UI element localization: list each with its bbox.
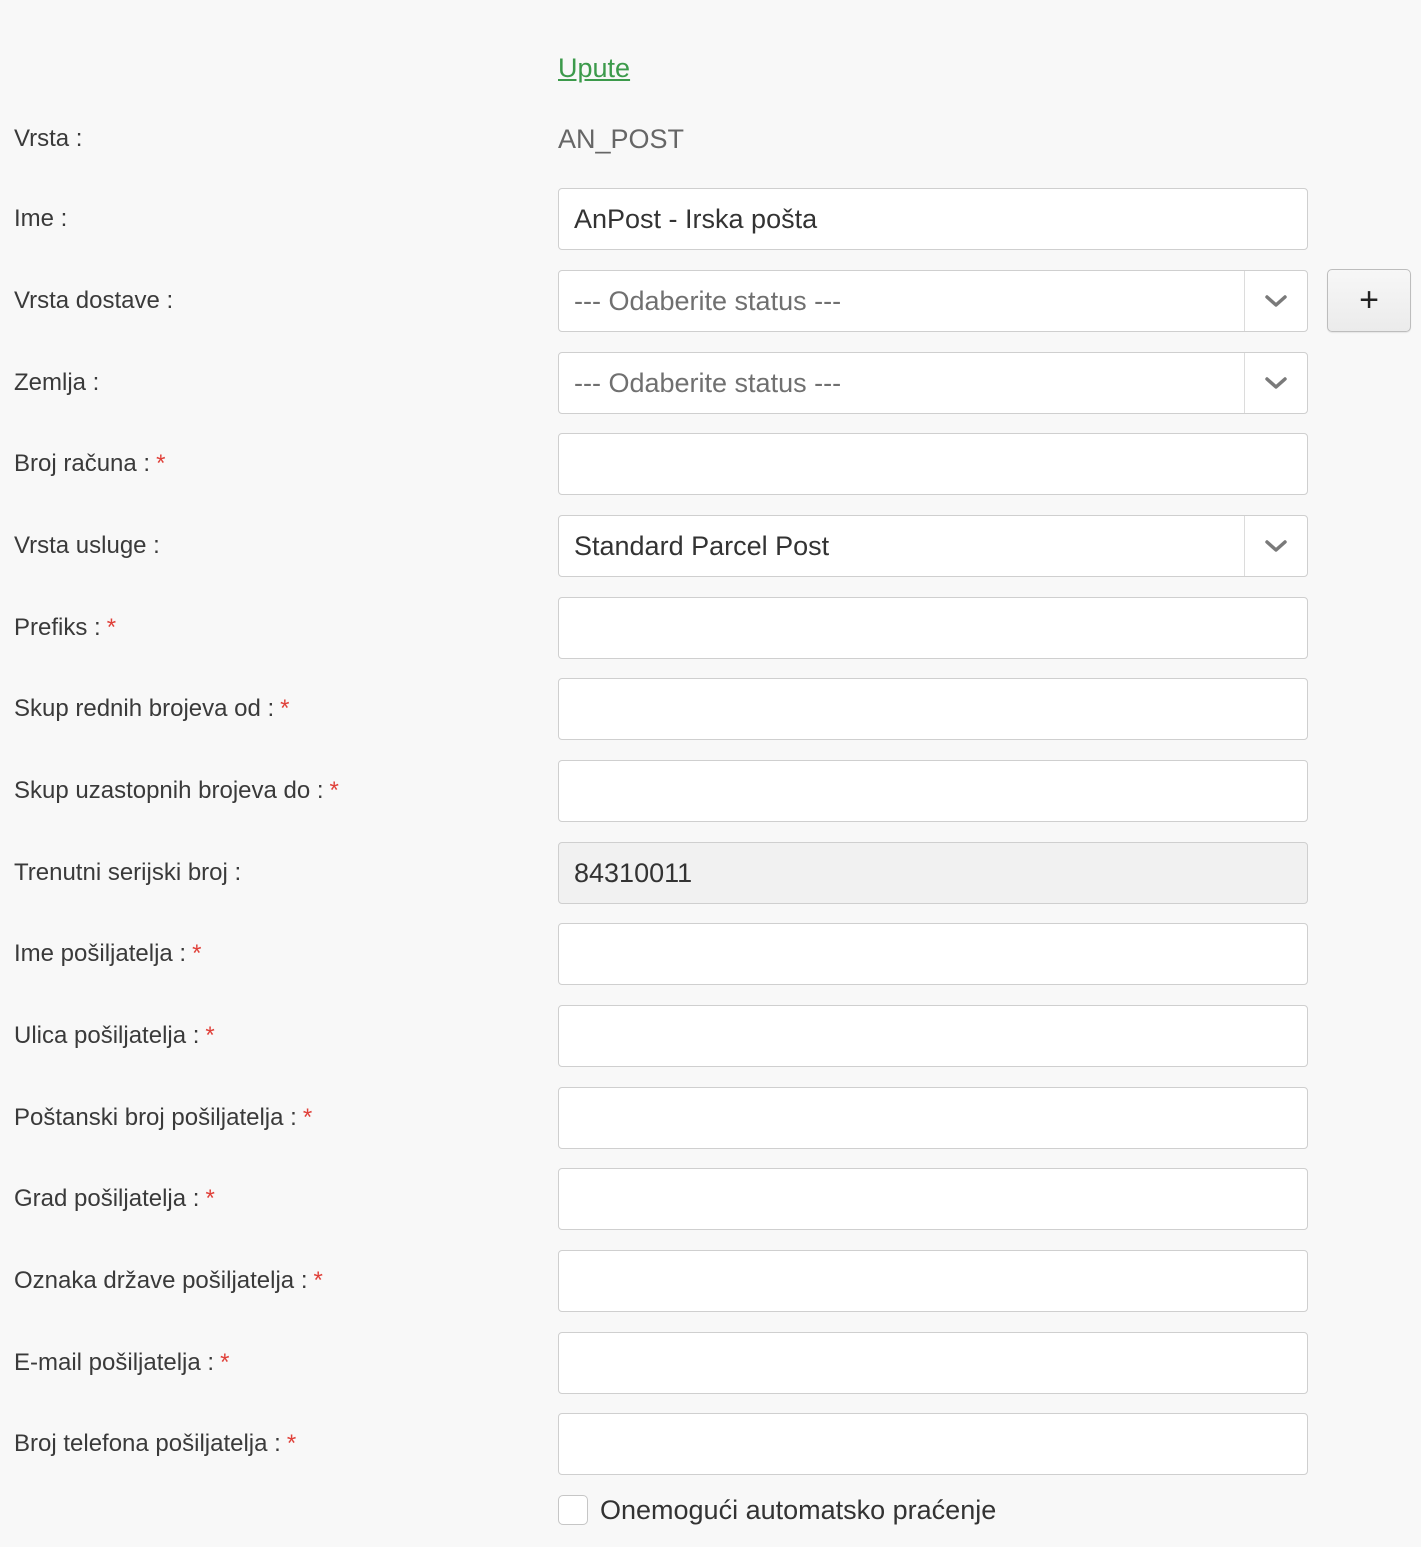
chevron-down-icon[interactable] bbox=[1245, 353, 1307, 413]
disable-tracking-label[interactable]: Onemogući automatsko praćenje bbox=[600, 1495, 996, 1526]
form-row-sender-postcode: Poštanski broj pošiljatelja : * bbox=[0, 1087, 1421, 1149]
form-row-sender-name: Ime pošiljatelja : * bbox=[0, 923, 1421, 985]
country-label: Zemlja : bbox=[14, 369, 100, 396]
form-row-service-type: Vrsta usluge : Standard Parcel Post bbox=[0, 515, 1421, 577]
required-marker: * bbox=[220, 1349, 230, 1376]
form-row-account-number: Broj računa : * bbox=[0, 433, 1421, 495]
required-marker: * bbox=[192, 940, 202, 967]
form-row-sender-email: E-mail pošiljatelja : * bbox=[0, 1332, 1421, 1394]
country-select-value: --- Odaberite status --- bbox=[574, 368, 842, 398]
sender-name-label: Ime pošiljatelja : * bbox=[14, 940, 202, 967]
sender-country-code-label: Oznaka države pošiljatelja : * bbox=[14, 1267, 323, 1294]
service-type-select-value: Standard Parcel Post bbox=[574, 531, 830, 561]
account-number-label: Broj računa : * bbox=[14, 450, 166, 477]
sender-phone-input[interactable] bbox=[558, 1413, 1308, 1475]
service-type-label: Vrsta usluge : bbox=[14, 532, 160, 559]
sender-city-label: Grad pošiljatelja : * bbox=[14, 1185, 215, 1212]
serial-from-label: Skup rednih brojeva od : * bbox=[14, 695, 290, 722]
required-marker: * bbox=[313, 1267, 323, 1294]
instructions-link-row: Upute bbox=[558, 48, 630, 88]
form-row-serial-to: Skup uzastopnih brojeva do : * bbox=[0, 760, 1421, 822]
required-marker: * bbox=[286, 1430, 297, 1457]
current-serial-input-value: 84310011 bbox=[574, 858, 693, 888]
required-marker: * bbox=[205, 1022, 215, 1049]
delivery-type-label: Vrsta dostave : bbox=[14, 287, 174, 314]
disable-tracking-row: Onemogući automatsko praćenje bbox=[558, 1490, 996, 1530]
form-row-sender-country-code: Oznaka države pošiljatelja : * bbox=[0, 1250, 1421, 1312]
service-type-select[interactable]: Standard Parcel Post bbox=[558, 515, 1308, 577]
delivery-type-select-value: --- Odaberite status --- bbox=[574, 286, 842, 316]
required-marker: * bbox=[156, 450, 166, 477]
chevron-down-icon[interactable] bbox=[1245, 271, 1307, 331]
sender-phone-label: Broj telefona pošiljatelja : * bbox=[14, 1430, 297, 1457]
sender-postcode-input[interactable] bbox=[558, 1087, 1308, 1149]
sender-country-code-input[interactable] bbox=[558, 1250, 1308, 1312]
form-row-sender-city: Grad pošiljatelja : * bbox=[0, 1168, 1421, 1230]
form-row-type: Vrsta : AN_POST bbox=[0, 108, 1421, 170]
current-serial-input: 84310011 bbox=[558, 842, 1308, 904]
name-input-value: AnPost - Irska pošta bbox=[574, 204, 818, 234]
instructions-link[interactable]: Upute bbox=[558, 53, 630, 83]
type-value: AN_POST bbox=[558, 124, 685, 154]
form-row-current-serial: Trenutni serijski broj : 84310011 bbox=[0, 842, 1421, 904]
name-input[interactable]: AnPost - Irska pošta bbox=[558, 188, 1308, 250]
form-row-prefix: Prefiks : * bbox=[0, 597, 1421, 659]
serial-from-input[interactable] bbox=[558, 678, 1308, 740]
form-row-sender-street: Ulica pošiljatelja : * bbox=[0, 1005, 1421, 1067]
sender-city-input[interactable] bbox=[558, 1168, 1308, 1230]
required-marker: * bbox=[329, 777, 339, 804]
sender-postcode-label: Poštanski broj pošiljatelja : * bbox=[14, 1104, 313, 1131]
form-row-delivery-type: Vrsta dostave : --- Odaberite status ---… bbox=[0, 269, 1421, 332]
required-marker: * bbox=[205, 1185, 215, 1212]
type-label: Vrsta : bbox=[14, 125, 83, 152]
form-row-country: Zemlja : --- Odaberite status --- bbox=[0, 352, 1421, 414]
name-label: Ime : bbox=[14, 205, 68, 232]
sender-street-input[interactable] bbox=[558, 1005, 1308, 1067]
required-marker: * bbox=[106, 614, 117, 641]
form-row-serial-from: Skup rednih brojeva od : * bbox=[0, 678, 1421, 740]
required-marker: * bbox=[302, 1104, 313, 1131]
account-number-input[interactable] bbox=[558, 433, 1308, 495]
sender-street-label: Ulica pošiljatelja : * bbox=[14, 1022, 215, 1049]
sender-name-input[interactable] bbox=[558, 923, 1308, 985]
required-marker: * bbox=[280, 695, 290, 722]
add-delivery-type-button[interactable]: + bbox=[1327, 269, 1411, 332]
form-row-sender-phone: Broj telefona pošiljatelja : * bbox=[0, 1413, 1421, 1475]
serial-to-label: Skup uzastopnih brojeva do : * bbox=[14, 777, 339, 804]
sender-email-label: E-mail pošiljatelja : * bbox=[14, 1349, 230, 1376]
serial-to-input[interactable] bbox=[558, 760, 1308, 822]
disable-tracking-checkbox[interactable] bbox=[558, 1495, 588, 1525]
sender-email-input[interactable] bbox=[558, 1332, 1308, 1394]
current-serial-label: Trenutni serijski broj : bbox=[14, 859, 242, 886]
chevron-down-icon[interactable] bbox=[1245, 516, 1307, 576]
prefix-input[interactable] bbox=[558, 597, 1308, 659]
country-select[interactable]: --- Odaberite status --- bbox=[558, 352, 1308, 414]
delivery-type-select[interactable]: --- Odaberite status --- bbox=[558, 270, 1308, 332]
form-row-name: Ime : AnPost - Irska pošta bbox=[0, 188, 1421, 250]
prefix-label: Prefiks : * bbox=[14, 614, 117, 641]
